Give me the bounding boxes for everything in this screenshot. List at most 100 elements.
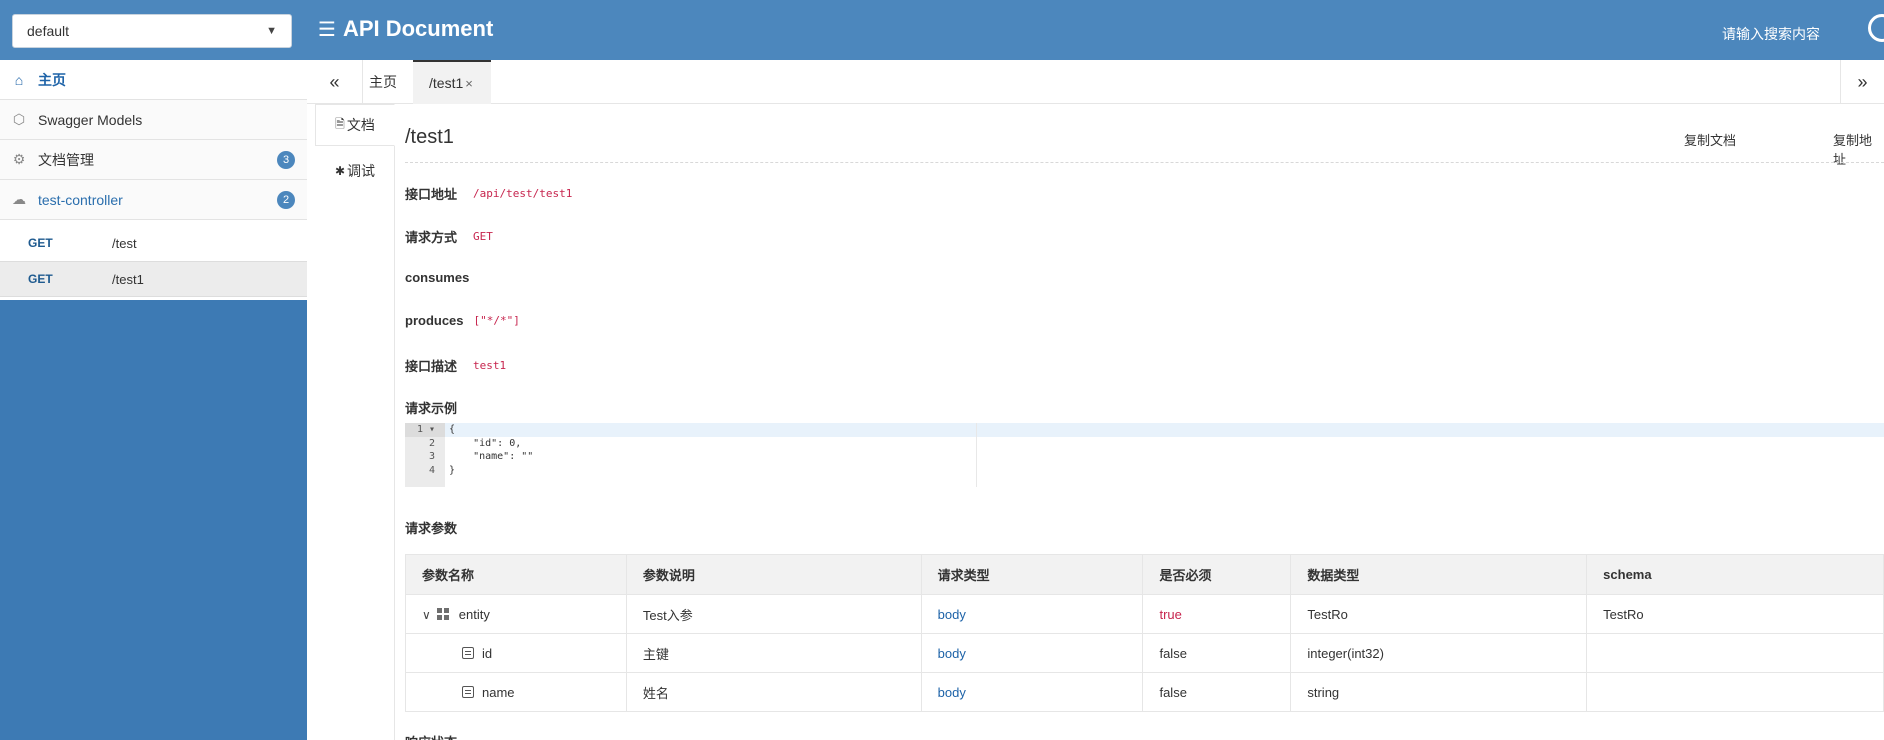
sidebar-item-label: 主页: [38, 71, 66, 88]
sidebar-item-label: test-controller: [38, 191, 123, 208]
tab-test1[interactable]: /test1 ×: [413, 60, 491, 104]
line-number: 1 ▾: [405, 423, 445, 437]
column-header: 参数名称: [405, 554, 627, 595]
api-item-test[interactable]: GET /test: [0, 225, 307, 261]
param-name: entity: [458, 606, 490, 622]
bug-icon: ✱: [334, 164, 346, 178]
object-icon: [436, 607, 449, 620]
print-margin: [976, 423, 977, 487]
column-header: 数据类型: [1290, 554, 1588, 595]
divider: [405, 162, 1884, 163]
param-type: integer(int32): [1290, 633, 1588, 673]
param-desc: Test入参: [625, 594, 922, 634]
table-row: ∨ entity Test入参 body true TestRo TestRo: [405, 594, 1884, 634]
produces-field: produces ["*/*"]: [405, 313, 520, 328]
http-method: GET: [28, 236, 53, 250]
sidebar-item-label: 文档管理: [38, 151, 94, 168]
method-field: 请求方式 GET: [405, 227, 493, 246]
cloud-icon: ☁: [12, 191, 26, 207]
search-icon[interactable]: [1868, 14, 1884, 42]
copy-doc-button[interactable]: 复制文档: [1684, 130, 1736, 149]
field-value: test1: [473, 359, 507, 372]
line-number: 3: [428, 451, 435, 462]
param-in: body: [920, 633, 1144, 673]
count-badge: 3: [277, 150, 295, 169]
sidebar-item-label: Swagger Models: [38, 111, 143, 128]
tab-label: /test1: [429, 75, 464, 91]
column-header: 参数说明: [625, 554, 922, 595]
param-schema: [1586, 672, 1884, 712]
param-name-cell: id: [405, 633, 627, 673]
tab-bar: « 主页 /test1 × »: [307, 60, 1884, 104]
line-numbers: 1 ▾ 2 3 4: [405, 423, 445, 487]
field-label: 请求方式: [405, 230, 458, 245]
search-input[interactable]: 请输入搜索内容: [1722, 24, 1820, 44]
tab-home[interactable]: 主页: [369, 60, 397, 104]
section-title-request-params: 请求参数: [405, 521, 458, 536]
tab-label: 调试: [347, 163, 376, 179]
column-header: 是否必须: [1142, 554, 1292, 595]
param-required: true: [1142, 594, 1292, 634]
group-select-value: default: [27, 23, 70, 39]
http-method: GET: [28, 272, 53, 286]
param-type: string: [1290, 672, 1588, 712]
code-line: }: [449, 464, 456, 476]
field-value: ["*/*"]: [473, 314, 520, 327]
sidebar-item-doc-management[interactable]: ⚙ 文档管理 3: [0, 140, 307, 180]
param-desc: 主键: [625, 633, 922, 673]
field-label: 接口地址: [405, 187, 458, 202]
code-line: {: [445, 423, 1884, 437]
file-icon: 🗎: [335, 116, 345, 131]
code-text[interactable]: { "id": 0, "name": "" }: [445, 423, 1884, 487]
api-path: /test1: [112, 271, 144, 287]
tab-scroll-left-button[interactable]: «: [307, 60, 363, 104]
app-title: ☰ API Document: [318, 16, 493, 42]
param-name: name: [482, 684, 515, 700]
sidebar-item-home[interactable]: ⌂ 主页: [0, 60, 307, 100]
sidebar-item-test-controller[interactable]: ☁ test-controller 2: [0, 180, 307, 220]
sidebar: ⌂ 主页 ⬡ Swagger Models ⚙ 文档管理 3 ☁ test-co…: [0, 60, 307, 740]
close-icon[interactable]: ×: [465, 76, 473, 91]
tab-debug[interactable]: ✱ 调试: [315, 150, 395, 192]
api-path: /test: [112, 235, 137, 251]
param-in: body: [920, 594, 1144, 634]
field-icon: [462, 685, 474, 698]
column-header: schema: [1586, 554, 1884, 595]
menu-fold-icon[interactable]: ☰: [318, 17, 336, 42]
tab-scroll-right-button[interactable]: »: [1840, 60, 1884, 104]
settings-icon: ⚙: [12, 151, 26, 167]
chevron-down-icon[interactable]: ∨: [422, 608, 431, 622]
code-line: "id": 0,: [449, 437, 522, 449]
table-row: name 姓名 body false string: [405, 672, 1884, 712]
param-type: TestRo: [1290, 594, 1588, 634]
chevron-down-icon: ▼: [266, 25, 277, 37]
api-item-test1[interactable]: GET /test1: [0, 261, 307, 297]
section-title-request-example: 请求示例: [405, 401, 458, 416]
home-icon: ⌂: [14, 71, 24, 88]
field-label: consumes: [405, 270, 470, 285]
line-number: 2: [428, 437, 435, 449]
count-badge: 2: [277, 190, 295, 209]
code-editor[interactable]: 1 ▾ 2 3 4 { "id": 0, "name": "" }: [405, 423, 1884, 487]
page-title: /test1: [405, 126, 454, 148]
tab-label: 文档: [346, 117, 375, 133]
field-value: GET: [473, 230, 493, 243]
address-field: 接口地址 /api/test/test1: [405, 184, 572, 203]
column-header: 请求类型: [920, 554, 1144, 595]
field-value: /api/test/test1: [473, 187, 573, 200]
field-label: produces: [405, 313, 464, 328]
param-desc: 姓名: [625, 672, 922, 712]
cube-icon: ⬡: [12, 111, 26, 127]
field-label: 接口描述: [405, 359, 458, 374]
top-header: default ▼ ☰ API Document 请输入搜索内容: [0, 0, 1884, 60]
param-schema: TestRo: [1586, 594, 1884, 634]
consumes-field: consumes: [405, 270, 485, 285]
table-header-row: 参数名称 参数说明 请求类型 是否必须 数据类型 schema: [405, 554, 1884, 595]
doc-tabs: 🗎 文档 ✱ 调试: [307, 104, 395, 740]
code-line: "name": "": [449, 451, 534, 462]
params-table: 参数名称 参数说明 请求类型 是否必须 数据类型 schema ∨ entity …: [405, 554, 1884, 712]
tab-doc[interactable]: 🗎 文档: [315, 104, 395, 146]
table-row: id 主键 body false integer(int32): [405, 633, 1884, 673]
sidebar-item-swagger-models[interactable]: ⬡ Swagger Models: [0, 100, 307, 140]
group-select[interactable]: default ▼: [12, 14, 292, 48]
